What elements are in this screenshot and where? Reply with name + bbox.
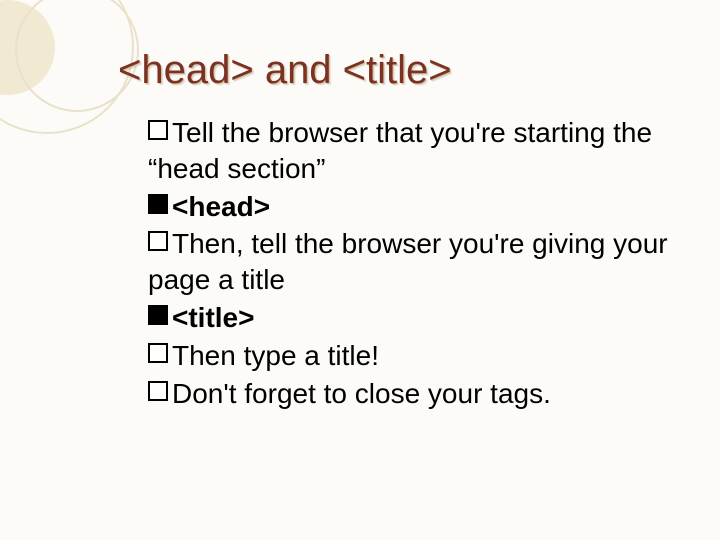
bullet-text: Don't forget to close your tags.: [172, 378, 551, 409]
bullet-text: <head>: [172, 191, 270, 222]
bullet-text: Then type a title!: [172, 340, 379, 371]
bullet-text: Tell the browser that you're starting th…: [148, 117, 652, 184]
bullet-box-icon: [148, 120, 168, 140]
bullet-box-icon: [148, 381, 168, 401]
bullet-item: Then, tell the browser you're giving you…: [148, 226, 678, 298]
bullet-item: Tell the browser that you're starting th…: [148, 115, 678, 187]
slide-title: <head> and <title>: [118, 48, 678, 93]
bullet-list: Tell the browser that you're starting th…: [148, 115, 678, 412]
bullet-box-icon: [148, 343, 168, 363]
bullet-item: Don't forget to close your tags.: [148, 376, 678, 412]
bullet-box-icon: [148, 305, 168, 325]
bullet-box-icon: [148, 194, 168, 214]
bullet-text: Then, tell the browser you're giving you…: [148, 228, 668, 295]
bullet-item: Then type a title!: [148, 338, 678, 374]
bullet-item: <title>: [148, 300, 678, 336]
bullet-item: <head>: [148, 189, 678, 225]
bullet-text: <title>: [172, 302, 254, 333]
slide-content: <head> and <title> Tell the browser that…: [118, 48, 678, 414]
bullet-box-icon: [148, 231, 168, 251]
